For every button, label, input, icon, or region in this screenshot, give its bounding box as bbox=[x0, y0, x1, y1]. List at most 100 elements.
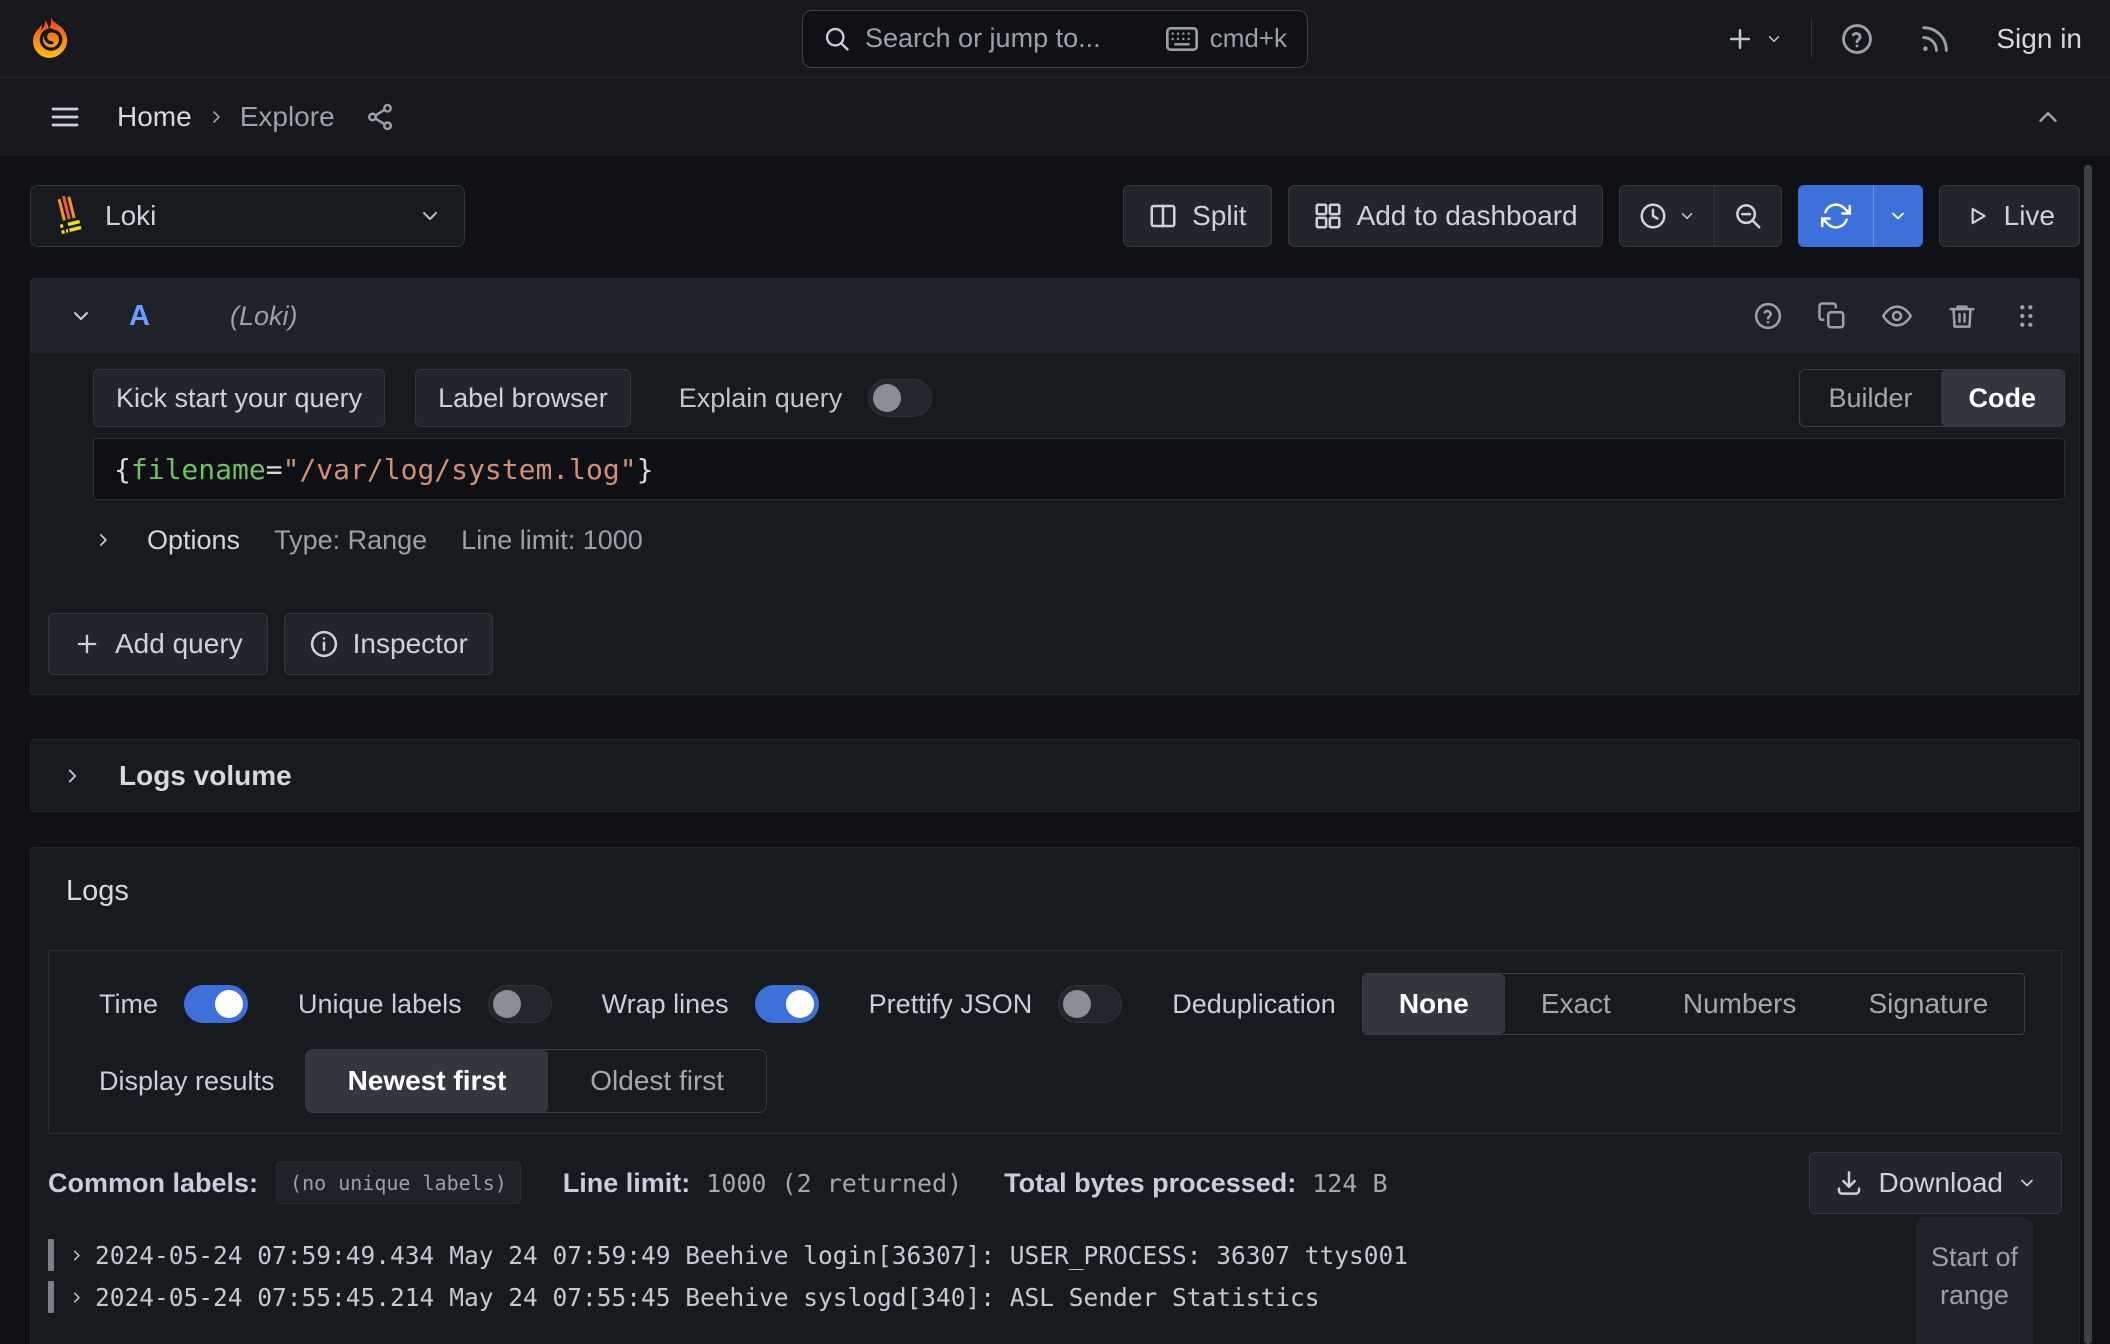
query-help-icon[interactable] bbox=[1753, 301, 1783, 331]
breadcrumb-current: Explore bbox=[240, 101, 335, 133]
inspector-button[interactable]: Inspector bbox=[284, 613, 493, 675]
download-button[interactable]: Download bbox=[1809, 1152, 2062, 1214]
explore-toolbar: Loki Split Add to dashboard bbox=[30, 185, 2080, 247]
common-labels-label: Common labels: bbox=[48, 1168, 258, 1199]
logs-options-row-1: Time Unique labels Wrap lines Prettify J… bbox=[99, 973, 2031, 1035]
query-label-token: filename bbox=[131, 453, 266, 486]
display-results-group: Newest first Oldest first bbox=[305, 1049, 768, 1113]
explain-query-toggle[interactable] bbox=[868, 379, 932, 417]
kick-start-query-button[interactable]: Kick start your query bbox=[93, 369, 385, 427]
order-option-newest[interactable]: Newest first bbox=[306, 1050, 549, 1112]
play-icon bbox=[1964, 203, 1990, 229]
logs-panel-title: Logs bbox=[66, 875, 2062, 908]
search-placeholder: Search or jump to... bbox=[865, 23, 1101, 54]
duplicate-query-icon[interactable] bbox=[1817, 301, 1847, 331]
dedup-option-signature[interactable]: Signature bbox=[1832, 974, 2024, 1034]
options-title: Options bbox=[147, 525, 240, 556]
log-level-indicator bbox=[48, 1239, 54, 1271]
chevron-down-icon bbox=[418, 204, 442, 228]
line-limit-value: 1000 (2 returned) bbox=[706, 1169, 962, 1198]
query-options-collapse[interactable]: Options Type: Range Line limit: 1000 bbox=[93, 511, 2065, 569]
query-brace-open: { bbox=[114, 453, 131, 486]
sign-in-link[interactable]: Sign in bbox=[1996, 23, 2082, 55]
start-of-range-button[interactable]: Start of range bbox=[1916, 1217, 2033, 1344]
zoom-out-time-button[interactable] bbox=[1715, 186, 1781, 246]
order-option-oldest[interactable]: Oldest first bbox=[548, 1050, 766, 1112]
dedup-option-numbers[interactable]: Numbers bbox=[1647, 974, 1833, 1034]
editor-mode-builder[interactable]: Builder bbox=[1800, 370, 1940, 426]
time-toggle[interactable] bbox=[184, 985, 248, 1023]
search-icon bbox=[823, 25, 851, 53]
log-row[interactable]: 2024-05-24 07:59:49.434 May 24 07:59:49 … bbox=[48, 1234, 2062, 1276]
live-button[interactable]: Live bbox=[1939, 185, 2080, 247]
editor-mode-code[interactable]: Code bbox=[1941, 370, 2065, 426]
deduplication-label: Deduplication bbox=[1172, 989, 1336, 1020]
unique-labels-toggle-label: Unique labels bbox=[298, 989, 462, 1020]
query-editor-toolbar: Kick start your query Label browser Expl… bbox=[93, 369, 2065, 427]
collapse-toolbar-button[interactable] bbox=[2033, 102, 2063, 132]
log-timestamp: 2024-05-24 07:59:49.434 bbox=[95, 1241, 434, 1270]
explain-query-label: Explain query bbox=[679, 383, 843, 414]
dedup-option-exact[interactable]: Exact bbox=[1505, 974, 1647, 1034]
search-shortcut: cmd+k bbox=[1166, 23, 1287, 54]
log-line-text: May 24 07:59:49 Beehive login[36307]: US… bbox=[449, 1241, 1408, 1270]
run-query-button[interactable] bbox=[1799, 186, 1873, 246]
wrap-lines-toggle-label: Wrap lines bbox=[602, 989, 729, 1020]
dedup-option-none[interactable]: None bbox=[1363, 974, 1505, 1034]
explore-content: Loki Split Add to dashboard bbox=[0, 185, 2110, 1344]
chevron-down-icon bbox=[2017, 1173, 2037, 1193]
news-button[interactable] bbox=[1918, 22, 1952, 56]
expand-log-chevron-icon[interactable] bbox=[68, 1247, 85, 1264]
editor-mode-switcher: Builder Code bbox=[1799, 369, 2065, 427]
query-ref-id: A bbox=[129, 300, 150, 333]
mega-menu-button[interactable] bbox=[47, 101, 83, 133]
delete-query-trash-icon[interactable] bbox=[1947, 301, 1977, 331]
datasource-picker[interactable]: Loki bbox=[30, 185, 465, 247]
new-dropdown-button[interactable] bbox=[1725, 24, 1783, 54]
page-scrollbar[interactable] bbox=[2084, 165, 2092, 1344]
clock-icon bbox=[1638, 201, 1668, 231]
run-interval-dropdown[interactable] bbox=[1874, 186, 1922, 246]
chevron-right-icon bbox=[206, 107, 226, 127]
chevron-down-icon bbox=[1678, 207, 1696, 225]
grafana-logo[interactable] bbox=[28, 16, 74, 62]
datasource-name: Loki bbox=[105, 200, 156, 232]
add-to-dashboard-button[interactable]: Add to dashboard bbox=[1288, 185, 1603, 247]
help-icon bbox=[1840, 22, 1874, 56]
add-query-button[interactable]: Add query bbox=[48, 613, 268, 675]
prettify-json-toggle-label: Prettify JSON bbox=[869, 989, 1033, 1020]
share-shortened-link-button[interactable] bbox=[365, 102, 395, 132]
divider bbox=[1811, 19, 1812, 59]
breadcrumb-home[interactable]: Home bbox=[117, 101, 192, 133]
unique-labels-toggle[interactable] bbox=[488, 985, 552, 1023]
logs-volume-panel[interactable]: Logs volume bbox=[30, 739, 2080, 812]
split-button[interactable]: Split bbox=[1123, 185, 1271, 247]
query-row-header[interactable]: A (Loki) bbox=[31, 279, 2079, 353]
query-editor-panel: A (Loki) Kick start your query Label bro… bbox=[30, 278, 2080, 695]
logs-meta-row: Common labels: (no unique labels) Line l… bbox=[48, 1152, 2062, 1214]
top-nav-right: Sign in bbox=[1725, 19, 2082, 59]
options-type: Type: Range bbox=[274, 525, 427, 556]
expand-log-chevron-icon[interactable] bbox=[68, 1289, 85, 1306]
display-results-label: Display results bbox=[99, 1066, 275, 1097]
search-box[interactable]: Search or jump to... cmd+k bbox=[802, 10, 1308, 68]
hamburger-icon bbox=[47, 101, 83, 133]
log-row[interactable]: 2024-05-24 07:55:45.214 May 24 07:55:45 … bbox=[48, 1276, 2062, 1318]
log-line-text: May 24 07:55:45 Beehive syslogd[340]: AS… bbox=[449, 1283, 1319, 1312]
log-timestamp: 2024-05-24 07:55:45.214 bbox=[95, 1283, 434, 1312]
toggle-visibility-eye-icon[interactable] bbox=[1881, 301, 1913, 331]
logql-query-input[interactable]: {filename="/var/log/system.log"} bbox=[93, 438, 2065, 500]
collapse-query-chevron-icon[interactable] bbox=[69, 304, 93, 328]
info-circle-icon bbox=[309, 629, 339, 659]
keyboard-icon bbox=[1166, 26, 1198, 52]
help-button[interactable] bbox=[1840, 22, 1874, 56]
prettify-json-toggle[interactable] bbox=[1058, 985, 1122, 1023]
wrap-lines-toggle[interactable] bbox=[755, 985, 819, 1023]
chevron-down-icon bbox=[1765, 30, 1783, 48]
chevron-right-icon bbox=[61, 765, 83, 787]
drag-handle-icon[interactable] bbox=[2011, 301, 2041, 331]
label-browser-button[interactable]: Label browser bbox=[415, 369, 631, 427]
breadcrumb-bar: Home Explore bbox=[0, 78, 2110, 156]
logs-panel: Logs Time Unique labels Wrap lines Prett… bbox=[30, 847, 2080, 1344]
time-picker-button[interactable] bbox=[1620, 186, 1714, 246]
